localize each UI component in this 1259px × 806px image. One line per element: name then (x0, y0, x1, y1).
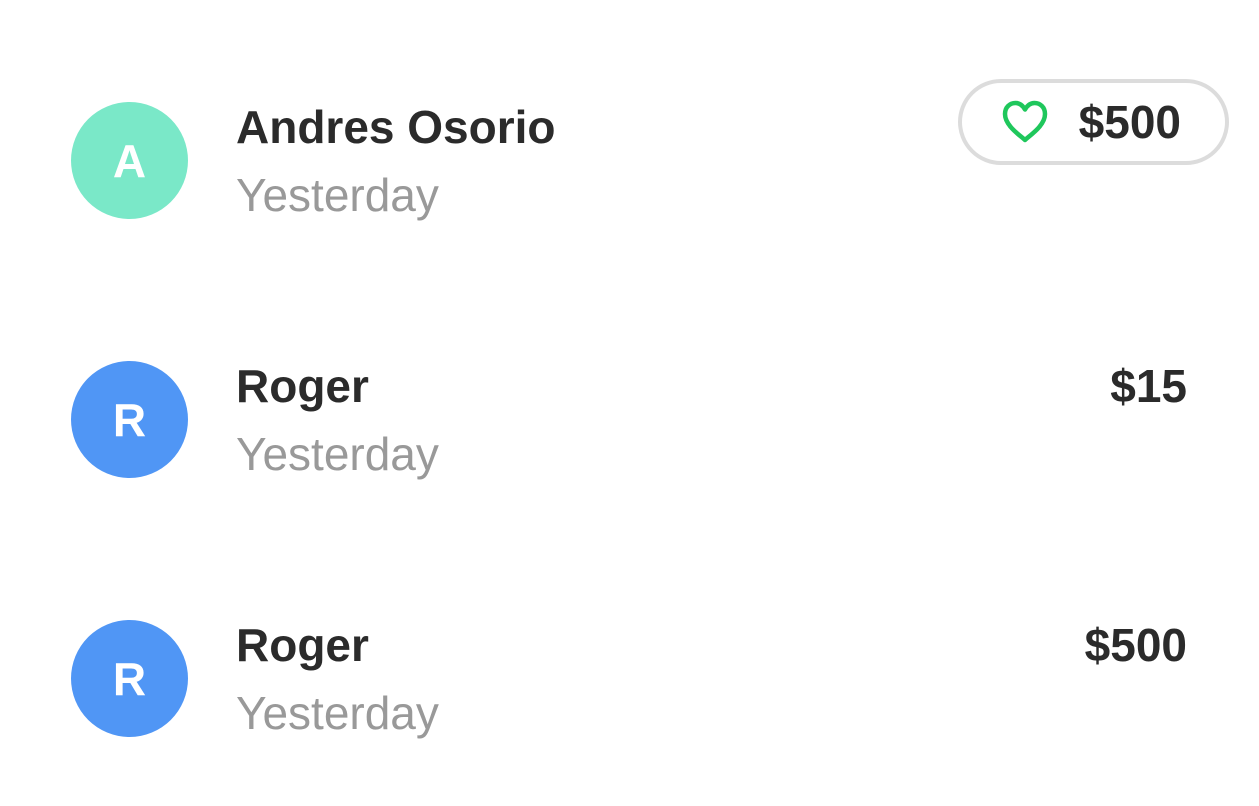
transaction-time: Yesterday (236, 169, 439, 221)
amount: $500 (1084, 619, 1187, 671)
activity-row[interactable]: R Roger Yesterday $15 (0, 289, 1259, 547)
contact-name: Roger (236, 360, 369, 412)
avatar-initial: A (112, 134, 147, 187)
avatar-initial: R (112, 393, 147, 446)
transaction-time: Yesterday (236, 687, 439, 739)
avatar: R (71, 620, 188, 737)
amount: $500 (1078, 96, 1181, 148)
activity-list: A Andres Osorio Yesterday $500 R Roger Y… (0, 0, 1259, 800)
transaction-time: Yesterday (236, 428, 439, 480)
amount: $15 (1110, 360, 1187, 412)
activity-row[interactable]: R Roger Yesterday $500 (0, 548, 1259, 806)
activity-row[interactable]: A Andres Osorio Yesterday $500 (0, 30, 1259, 288)
amount-pill-button[interactable]: $500 (958, 79, 1229, 165)
contact-name: Andres Osorio (236, 101, 556, 153)
heart-outline-icon (1001, 100, 1049, 144)
avatar: A (71, 102, 188, 219)
avatar-initial: R (112, 652, 147, 705)
contact-name: Roger (236, 619, 369, 671)
avatar: R (71, 361, 188, 478)
